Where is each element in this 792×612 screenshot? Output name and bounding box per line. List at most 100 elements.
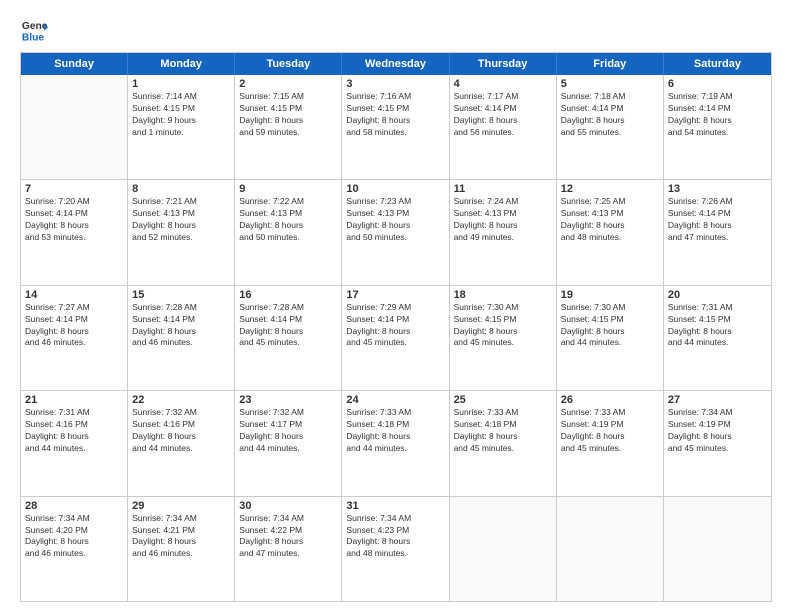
day-number: 31 xyxy=(346,500,444,512)
cell-text: Sunrise: 7:16 AM Sunset: 4:15 PM Dayligh… xyxy=(346,91,444,139)
logo: General Blue xyxy=(20,16,48,44)
day-number: 28 xyxy=(25,500,123,512)
day-number: 12 xyxy=(561,183,659,195)
header-cell-wednesday: Wednesday xyxy=(342,53,449,75)
cell-text: Sunrise: 7:28 AM Sunset: 4:14 PM Dayligh… xyxy=(239,302,337,350)
cell-text: Sunrise: 7:18 AM Sunset: 4:14 PM Dayligh… xyxy=(561,91,659,139)
day-number: 17 xyxy=(346,289,444,301)
calendar-cell-empty-4-6 xyxy=(664,497,771,601)
cell-text: Sunrise: 7:34 AM Sunset: 4:20 PM Dayligh… xyxy=(25,513,123,561)
cell-text: Sunrise: 7:20 AM Sunset: 4:14 PM Dayligh… xyxy=(25,196,123,244)
day-number: 27 xyxy=(668,394,767,406)
day-number: 11 xyxy=(454,183,552,195)
cell-text: Sunrise: 7:14 AM Sunset: 4:15 PM Dayligh… xyxy=(132,91,230,139)
calendar-cell-29: 29Sunrise: 7:34 AM Sunset: 4:21 PM Dayli… xyxy=(128,497,235,601)
day-number: 10 xyxy=(346,183,444,195)
svg-text:General: General xyxy=(22,21,48,32)
calendar-cell-17: 17Sunrise: 7:29 AM Sunset: 4:14 PM Dayli… xyxy=(342,286,449,390)
calendar-cell-31: 31Sunrise: 7:34 AM Sunset: 4:23 PM Dayli… xyxy=(342,497,449,601)
cell-text: Sunrise: 7:34 AM Sunset: 4:22 PM Dayligh… xyxy=(239,513,337,561)
day-number: 19 xyxy=(561,289,659,301)
calendar-cell-28: 28Sunrise: 7:34 AM Sunset: 4:20 PM Dayli… xyxy=(21,497,128,601)
calendar-row-5: 28Sunrise: 7:34 AM Sunset: 4:20 PM Dayli… xyxy=(21,496,771,601)
calendar-cell-6: 6Sunrise: 7:19 AM Sunset: 4:14 PM Daylig… xyxy=(664,75,771,179)
calendar-cell-25: 25Sunrise: 7:33 AM Sunset: 4:18 PM Dayli… xyxy=(450,391,557,495)
header-cell-monday: Monday xyxy=(128,53,235,75)
calendar-cell-20: 20Sunrise: 7:31 AM Sunset: 4:15 PM Dayli… xyxy=(664,286,771,390)
calendar-row-4: 21Sunrise: 7:31 AM Sunset: 4:16 PM Dayli… xyxy=(21,390,771,495)
day-number: 16 xyxy=(239,289,337,301)
calendar-cell-16: 16Sunrise: 7:28 AM Sunset: 4:14 PM Dayli… xyxy=(235,286,342,390)
cell-text: Sunrise: 7:32 AM Sunset: 4:17 PM Dayligh… xyxy=(239,407,337,455)
day-number: 4 xyxy=(454,78,552,90)
calendar-cell-26: 26Sunrise: 7:33 AM Sunset: 4:19 PM Dayli… xyxy=(557,391,664,495)
cell-text: Sunrise: 7:15 AM Sunset: 4:15 PM Dayligh… xyxy=(239,91,337,139)
day-number: 25 xyxy=(454,394,552,406)
cell-text: Sunrise: 7:33 AM Sunset: 4:18 PM Dayligh… xyxy=(454,407,552,455)
cell-text: Sunrise: 7:19 AM Sunset: 4:14 PM Dayligh… xyxy=(668,91,767,139)
cell-text: Sunrise: 7:30 AM Sunset: 4:15 PM Dayligh… xyxy=(561,302,659,350)
calendar-cell-23: 23Sunrise: 7:32 AM Sunset: 4:17 PM Dayli… xyxy=(235,391,342,495)
day-number: 22 xyxy=(132,394,230,406)
day-number: 9 xyxy=(239,183,337,195)
header-cell-tuesday: Tuesday xyxy=(235,53,342,75)
calendar-cell-12: 12Sunrise: 7:25 AM Sunset: 4:13 PM Dayli… xyxy=(557,180,664,284)
calendar-cell-27: 27Sunrise: 7:34 AM Sunset: 4:19 PM Dayli… xyxy=(664,391,771,495)
calendar-cell-22: 22Sunrise: 7:32 AM Sunset: 4:16 PM Dayli… xyxy=(128,391,235,495)
day-number: 7 xyxy=(25,183,123,195)
cell-text: Sunrise: 7:33 AM Sunset: 4:19 PM Dayligh… xyxy=(561,407,659,455)
header: General Blue xyxy=(20,16,772,44)
cell-text: Sunrise: 7:34 AM Sunset: 4:19 PM Dayligh… xyxy=(668,407,767,455)
day-number: 5 xyxy=(561,78,659,90)
cell-text: Sunrise: 7:22 AM Sunset: 4:13 PM Dayligh… xyxy=(239,196,337,244)
day-number: 29 xyxy=(132,500,230,512)
calendar-row-1: 1Sunrise: 7:14 AM Sunset: 4:15 PM Daylig… xyxy=(21,75,771,179)
calendar-cell-empty-4-4 xyxy=(450,497,557,601)
calendar-cell-10: 10Sunrise: 7:23 AM Sunset: 4:13 PM Dayli… xyxy=(342,180,449,284)
cell-text: Sunrise: 7:34 AM Sunset: 4:23 PM Dayligh… xyxy=(346,513,444,561)
logo-icon: General Blue xyxy=(20,16,48,44)
calendar-cell-24: 24Sunrise: 7:33 AM Sunset: 4:18 PM Dayli… xyxy=(342,391,449,495)
cell-text: Sunrise: 7:29 AM Sunset: 4:14 PM Dayligh… xyxy=(346,302,444,350)
cell-text: Sunrise: 7:31 AM Sunset: 4:15 PM Dayligh… xyxy=(668,302,767,350)
cell-text: Sunrise: 7:21 AM Sunset: 4:13 PM Dayligh… xyxy=(132,196,230,244)
day-number: 23 xyxy=(239,394,337,406)
day-number: 15 xyxy=(132,289,230,301)
calendar-row-3: 14Sunrise: 7:27 AM Sunset: 4:14 PM Dayli… xyxy=(21,285,771,390)
day-number: 13 xyxy=(668,183,767,195)
day-number: 8 xyxy=(132,183,230,195)
day-number: 30 xyxy=(239,500,337,512)
day-number: 1 xyxy=(132,78,230,90)
header-cell-thursday: Thursday xyxy=(450,53,557,75)
cell-text: Sunrise: 7:33 AM Sunset: 4:18 PM Dayligh… xyxy=(346,407,444,455)
day-number: 20 xyxy=(668,289,767,301)
cell-text: Sunrise: 7:23 AM Sunset: 4:13 PM Dayligh… xyxy=(346,196,444,244)
page: General Blue SundayMondayTuesdayWednesda… xyxy=(0,0,792,612)
cell-text: Sunrise: 7:28 AM Sunset: 4:14 PM Dayligh… xyxy=(132,302,230,350)
header-cell-saturday: Saturday xyxy=(664,53,771,75)
calendar-cell-15: 15Sunrise: 7:28 AM Sunset: 4:14 PM Dayli… xyxy=(128,286,235,390)
day-number: 2 xyxy=(239,78,337,90)
calendar: SundayMondayTuesdayWednesdayThursdayFrid… xyxy=(20,52,772,602)
cell-text: Sunrise: 7:31 AM Sunset: 4:16 PM Dayligh… xyxy=(25,407,123,455)
calendar-cell-2: 2Sunrise: 7:15 AM Sunset: 4:15 PM Daylig… xyxy=(235,75,342,179)
calendar-cell-1: 1Sunrise: 7:14 AM Sunset: 4:15 PM Daylig… xyxy=(128,75,235,179)
day-number: 18 xyxy=(454,289,552,301)
calendar-row-2: 7Sunrise: 7:20 AM Sunset: 4:14 PM Daylig… xyxy=(21,179,771,284)
header-cell-sunday: Sunday xyxy=(21,53,128,75)
calendar-body: 1Sunrise: 7:14 AM Sunset: 4:15 PM Daylig… xyxy=(21,75,771,601)
day-number: 3 xyxy=(346,78,444,90)
cell-text: Sunrise: 7:30 AM Sunset: 4:15 PM Dayligh… xyxy=(454,302,552,350)
calendar-cell-30: 30Sunrise: 7:34 AM Sunset: 4:22 PM Dayli… xyxy=(235,497,342,601)
calendar-cell-8: 8Sunrise: 7:21 AM Sunset: 4:13 PM Daylig… xyxy=(128,180,235,284)
calendar-cell-empty-0-0 xyxy=(21,75,128,179)
calendar-cell-18: 18Sunrise: 7:30 AM Sunset: 4:15 PM Dayli… xyxy=(450,286,557,390)
cell-text: Sunrise: 7:32 AM Sunset: 4:16 PM Dayligh… xyxy=(132,407,230,455)
header-cell-friday: Friday xyxy=(557,53,664,75)
day-number: 26 xyxy=(561,394,659,406)
cell-text: Sunrise: 7:26 AM Sunset: 4:14 PM Dayligh… xyxy=(668,196,767,244)
cell-text: Sunrise: 7:17 AM Sunset: 4:14 PM Dayligh… xyxy=(454,91,552,139)
calendar-cell-11: 11Sunrise: 7:24 AM Sunset: 4:13 PM Dayli… xyxy=(450,180,557,284)
day-number: 24 xyxy=(346,394,444,406)
cell-text: Sunrise: 7:34 AM Sunset: 4:21 PM Dayligh… xyxy=(132,513,230,561)
